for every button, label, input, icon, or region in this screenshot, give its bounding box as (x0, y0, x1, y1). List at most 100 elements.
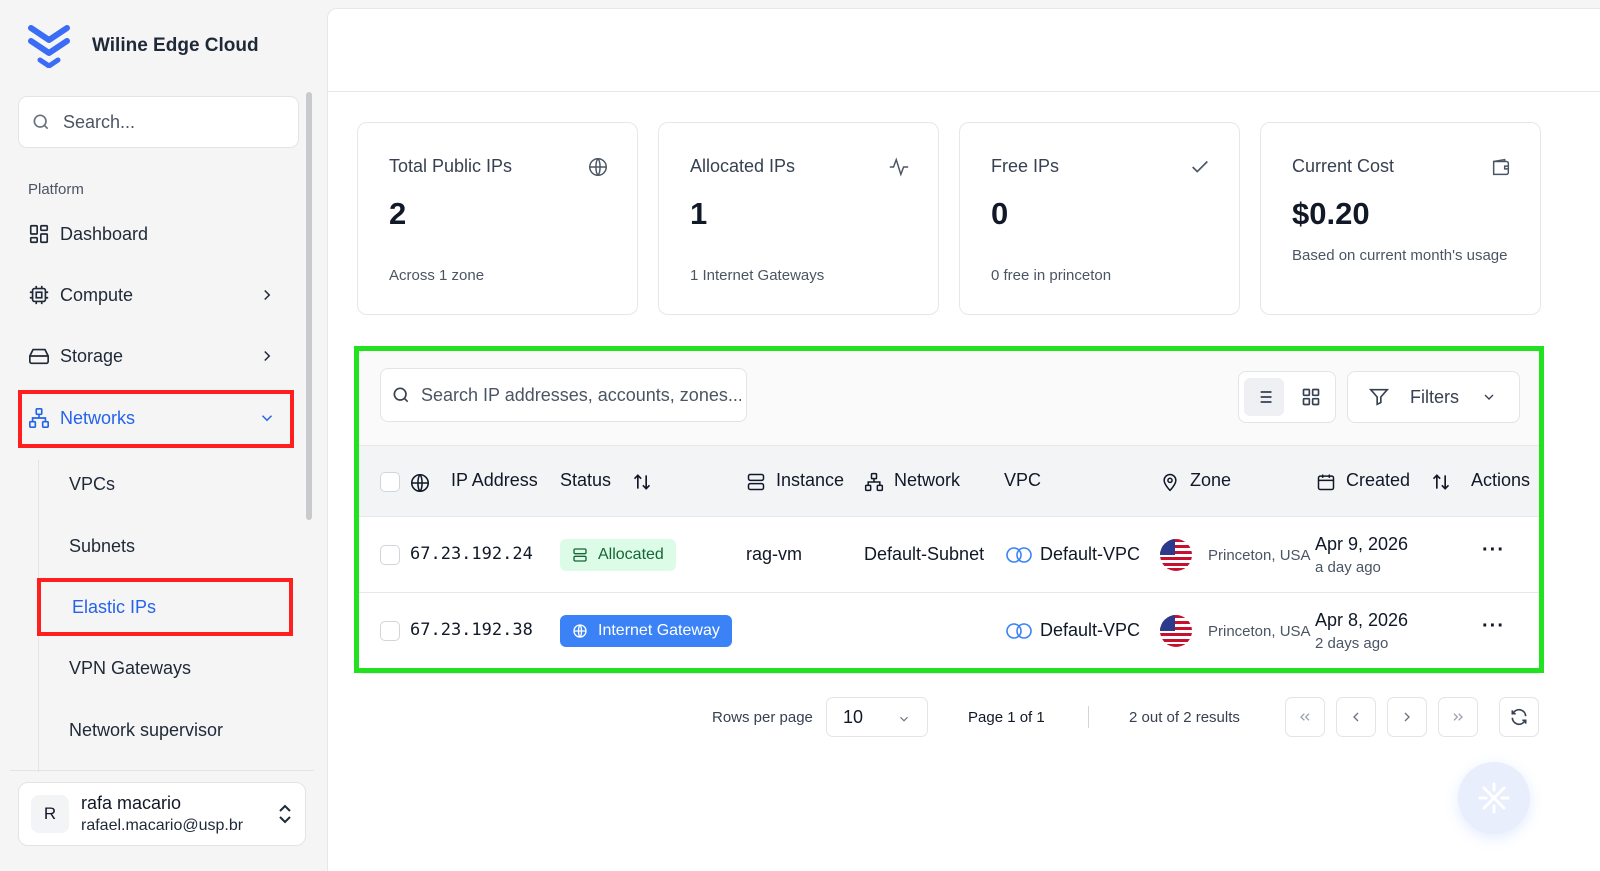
refresh-button[interactable] (1499, 697, 1539, 737)
sidebar-search-input[interactable] (63, 111, 283, 133)
instance-link[interactable]: rag-vm (746, 544, 802, 565)
first-page-button[interactable] (1285, 697, 1325, 737)
next-page-button[interactable] (1387, 697, 1427, 737)
last-page-button[interactable] (1438, 697, 1478, 737)
sidebar-divider (10, 770, 314, 771)
sidebar-subitem-subnets[interactable]: Subnets (69, 536, 135, 557)
highlight-elastic-ips (37, 578, 293, 636)
stat-value: 0 (991, 196, 1009, 231)
column-header-actions: Actions (1471, 470, 1531, 490)
elastic-ips-table-panel: Filters IP Address Status Instance Netwo… (357, 350, 1543, 674)
sidebar: Wiline Edge Cloud Platform Dashboard Com… (0, 0, 326, 871)
sidebar-item-storage[interactable]: Storage (28, 344, 288, 368)
previous-page-button[interactable] (1336, 697, 1376, 737)
app-name: Wiline Edge Cloud (92, 35, 259, 56)
column-header-network[interactable]: Network (894, 470, 960, 491)
sidebar-item-dashboard[interactable]: Dashboard (28, 222, 288, 246)
chevrons-up-down-icon (279, 804, 291, 824)
assistant-fab-button[interactable] (1458, 762, 1530, 834)
column-header-ip-address[interactable]: IP Address (451, 470, 538, 491)
sidebar-subitem-network-supervisor[interactable]: Network supervisor (69, 720, 223, 741)
globe-icon (573, 624, 587, 638)
rows-per-page-select[interactable]: 10 (826, 697, 928, 737)
column-header-vpc[interactable]: VPC (1004, 470, 1041, 491)
page-indicator: Page 1 of 1 (968, 709, 1045, 726)
status-label: Internet Gateway (598, 622, 720, 639)
stat-title: Current Cost (1292, 156, 1395, 176)
wiline-logo-icon (28, 25, 70, 68)
us-flag-icon (1160, 615, 1192, 647)
us-flag-icon (1160, 539, 1192, 571)
cpu-icon (29, 285, 49, 305)
filters-button[interactable]: Filters (1347, 371, 1520, 423)
chevrons-left-icon (1300, 713, 1310, 721)
chevron-right-icon (1404, 712, 1410, 722)
rows-per-page-value: 10 (843, 706, 864, 727)
stat-subtitle: Across 1 zone (389, 267, 485, 284)
avatar: R (31, 795, 69, 833)
sort-icon[interactable] (632, 472, 652, 492)
row-actions-button[interactable]: ··· (1482, 615, 1505, 638)
column-header-status[interactable]: Status (560, 470, 611, 491)
ip-address: 67.23.192.38 (410, 620, 533, 640)
list-view-button[interactable] (1244, 378, 1284, 416)
vpc-link[interactable]: Default-VPC (1004, 543, 1140, 565)
table-row[interactable]: 67.23.192.38 Internet Gateway Default-VP… (358, 593, 1542, 669)
sidebar-subitem-vpcs[interactable]: VPCs (69, 474, 115, 495)
user-email: rafael.macario@usp.br (81, 817, 244, 834)
table-search[interactable] (380, 368, 747, 422)
ip-address: 67.23.192.24 (410, 544, 533, 564)
stat-value: $0.20 (1292, 196, 1370, 231)
stat-title: Total Public IPs (389, 156, 513, 176)
column-header-created[interactable]: Created (1346, 470, 1410, 491)
sidebar-item-label: Dashboard (60, 223, 149, 244)
column-header-instance[interactable]: Instance (776, 470, 844, 491)
created-date: Apr 9, 2026 (1315, 534, 1409, 554)
select-all-checkbox[interactable] (380, 472, 400, 492)
created-relative: 2 days ago (1315, 635, 1389, 652)
network-icon (864, 472, 884, 492)
globe-icon (589, 158, 607, 176)
chevron-right-icon (264, 350, 271, 362)
sidebar-item-compute[interactable]: Compute (28, 283, 288, 307)
server-icon (747, 473, 765, 491)
sidebar-search[interactable] (18, 96, 299, 148)
sort-icon[interactable] (1431, 472, 1451, 492)
table-search-input[interactable] (421, 384, 741, 406)
stat-subtitle: Based on current month's usage (1292, 247, 1508, 264)
calendar-icon (1317, 474, 1335, 491)
stat-card-allocated-ips: Allocated IPs 1 1 Internet Gateways (658, 122, 939, 315)
stat-value: 2 (389, 196, 407, 231)
stat-subtitle: 1 Internet Gateways (690, 267, 825, 284)
grid-icon (1302, 388, 1320, 406)
stat-subtitle: 0 free in princeton (991, 267, 1112, 284)
filters-label: Filters (1410, 386, 1459, 407)
results-count: 2 out of 2 results (1129, 709, 1240, 726)
sidebar-item-label: Compute (60, 284, 134, 305)
table-row[interactable]: 67.23.192.24 Allocated rag-vm Default-Su… (358, 517, 1542, 593)
row-actions-button[interactable]: ··· (1482, 539, 1505, 562)
sidebar-subitem-vpn-gateways[interactable]: VPN Gateways (69, 658, 191, 679)
stat-card-total-public-ips: Total Public IPs 2 Across 1 zone (357, 122, 638, 315)
vpc-link[interactable]: Default-VPC (1004, 619, 1140, 641)
grid-view-button[interactable] (1291, 378, 1331, 416)
status-badge: Internet Gateway (560, 615, 732, 647)
user-menu[interactable]: R rafa macario rafael.macario@usp.br (18, 782, 306, 846)
vpc-cloud-icon (1006, 623, 1032, 639)
stat-card-free-ips: Free IPs 0 0 free in princeton (959, 122, 1240, 315)
server-icon (573, 548, 587, 562)
filter-icon (1368, 388, 1390, 406)
sidebar-scrollbar[interactable] (306, 92, 312, 520)
assistant-logo-icon (1478, 782, 1510, 814)
wallet-icon (1492, 158, 1510, 176)
hard-drive-icon (29, 348, 49, 365)
row-checkbox[interactable] (380, 621, 400, 641)
brand[interactable]: Wiline Edge Cloud (28, 24, 259, 68)
view-toggle (1238, 371, 1336, 423)
network-link[interactable]: Default-Subnet (864, 544, 984, 565)
row-checkbox[interactable] (380, 545, 400, 565)
table-header: IP Address Status Instance Network VPC Z… (358, 445, 1542, 517)
refresh-icon (1511, 708, 1527, 726)
column-header-zone[interactable]: Zone (1190, 470, 1231, 491)
vpc-name: Default-VPC (1040, 543, 1141, 564)
